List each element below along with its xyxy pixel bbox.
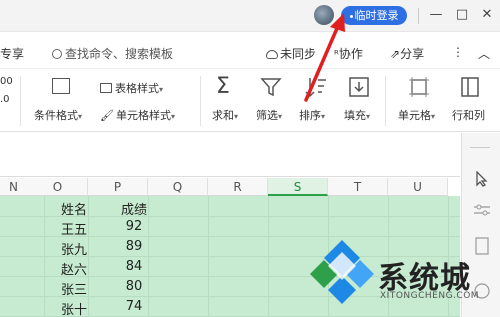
formula-bar-area	[0, 133, 460, 177]
title-bar: 临时登录 — □ ✕	[0, 0, 500, 32]
table-header-cell[interactable]: 成绩	[104, 199, 164, 218]
table-cell[interactable]: 84	[104, 259, 164, 274]
table-cell[interactable]: 89	[104, 239, 164, 254]
sum-label: 求和	[212, 109, 234, 122]
column-header-p[interactable]: P	[88, 178, 148, 196]
table-style-icon	[100, 83, 112, 93]
collab-label: 协作	[338, 47, 363, 61]
watermark-subtitle: XITONGCHENG.COM	[380, 291, 480, 301]
chevron-down-icon: ▾	[170, 112, 175, 121]
watermark-logo	[310, 240, 374, 304]
cell-button[interactable]: 单元格▾	[398, 107, 435, 123]
chevron-down-icon: ▾	[78, 112, 83, 121]
column-header-r[interactable]: R	[208, 178, 268, 196]
sum-button[interactable]: 求和▾	[212, 107, 238, 123]
column-header-s[interactable]: S	[268, 178, 328, 196]
avatar[interactable]	[314, 5, 334, 25]
paint-brush-icon: 🖌	[100, 109, 114, 122]
ribbon-toolbar: 00 .0 条件格式▾ 表格样式▾ 🖌 单元格样式▾ Σ 求和▾ 筛选▾ 排序▾ …	[0, 70, 500, 132]
column-header-t[interactable]: T	[328, 178, 388, 196]
close-button[interactable]: ✕	[479, 7, 495, 23]
filter-button[interactable]: 筛选▾	[256, 107, 282, 123]
table-cell[interactable]: 92	[104, 219, 164, 234]
sort-label: 排序	[299, 109, 321, 122]
number-format-partial-top[interactable]: 00	[0, 76, 13, 87]
fill-label: 填充	[344, 109, 366, 122]
table-cell[interactable]: 赵六	[44, 259, 104, 278]
search-placeholder: 查找命令、搜索模板	[65, 47, 174, 61]
share-button[interactable]: ⇗分享	[390, 45, 424, 62]
filter-label: 筛选	[256, 109, 278, 122]
row-column-button[interactable]: 行和列	[452, 107, 485, 123]
temp-login-button[interactable]: 临时登录	[341, 6, 407, 25]
search-icon	[52, 49, 62, 59]
table-cell[interactable]: 张十	[44, 299, 104, 317]
command-search[interactable]: 查找命令、搜索模板	[52, 45, 173, 62]
cell-icon	[409, 77, 429, 97]
table-header-cell[interactable]: 姓名	[44, 199, 104, 218]
sidebar-divider	[470, 147, 490, 148]
cloud-icon	[266, 50, 278, 59]
chevron-down-icon: ▾	[278, 112, 283, 121]
document-icon[interactable]	[474, 237, 490, 255]
sync-status[interactable]: 未同步	[266, 45, 316, 62]
chevron-down-icon: ▾	[431, 112, 436, 121]
column-header-q[interactable]: Q	[148, 178, 208, 196]
conditional-format-icon	[52, 78, 70, 94]
ribbon-divider	[20, 76, 21, 126]
maximize-button[interactable]: □	[454, 7, 470, 23]
menu-row: 专享 查找命令、搜索模板 未同步 ᴿ协作 ⇗分享 ⋮ ︿	[0, 33, 500, 69]
ribbon-divider	[200, 76, 201, 126]
sort-icon	[305, 78, 326, 98]
table-cell[interactable]: 王五	[44, 219, 104, 238]
minimize-button[interactable]: —	[428, 7, 444, 23]
share-label: 分享	[400, 47, 425, 61]
cell-label: 单元格	[398, 109, 431, 122]
number-format-partial-bottom[interactable]: .0	[0, 94, 10, 105]
window-controls-divider	[418, 8, 419, 24]
chevron-down-icon: ▾	[234, 112, 239, 121]
sum-icon: Σ	[216, 74, 230, 99]
table-style-label: 表格样式	[115, 82, 159, 95]
cell-style-button[interactable]: 🖌 单元格样式▾	[100, 107, 175, 123]
more-button[interactable]: ⋮	[452, 45, 464, 59]
conditional-format-button[interactable]: 条件格式▾	[34, 107, 82, 123]
sync-label: 未同步	[280, 47, 317, 61]
sort-button[interactable]: 排序▾	[299, 107, 325, 123]
ribbon-divider	[385, 76, 386, 126]
temp-login-label: 临时登录	[354, 9, 399, 22]
tab-premium[interactable]: 专享	[0, 45, 24, 62]
dot-icon	[349, 14, 353, 18]
share-icon: ⇗	[390, 47, 401, 61]
chevron-down-icon: ▾	[159, 85, 164, 94]
table-cell[interactable]: 74	[104, 299, 164, 314]
conditional-format-label: 条件格式	[34, 109, 78, 122]
table-cell[interactable]: 张三	[44, 279, 104, 298]
table-style-button[interactable]: 表格样式▾	[100, 80, 163, 96]
collab-button[interactable]: ᴿ协作	[334, 45, 363, 62]
sliders-icon[interactable]	[473, 203, 491, 217]
table-cell[interactable]: 张九	[44, 239, 104, 258]
collapse-ribbon-button[interactable]: ︿	[478, 45, 490, 62]
chevron-down-icon: ▾	[366, 112, 371, 121]
filter-icon	[260, 78, 282, 97]
cursor-icon[interactable]	[475, 171, 489, 187]
chevron-down-icon: ▾	[321, 112, 326, 121]
fill-icon	[349, 77, 369, 97]
row-column-icon	[461, 77, 479, 97]
column-header-u[interactable]: U	[388, 178, 448, 196]
fill-button[interactable]: 填充▾	[344, 107, 370, 123]
column-header-o[interactable]: O	[28, 178, 88, 196]
cell-style-label: 单元格样式	[115, 109, 171, 122]
table-cell[interactable]: 80	[104, 279, 164, 294]
